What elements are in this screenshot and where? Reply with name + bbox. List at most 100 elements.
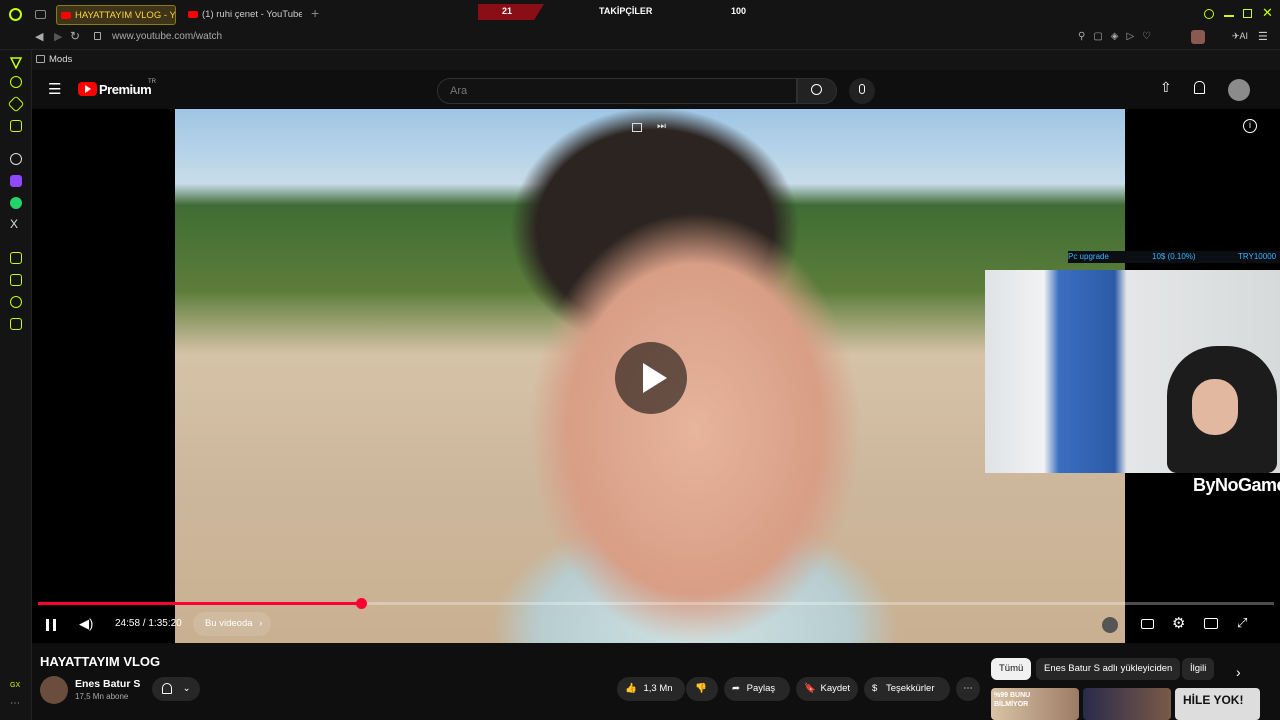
goal-pc-upgrade: Pc upgrade bbox=[1068, 252, 1109, 261]
pause-icon[interactable] bbox=[46, 619, 56, 631]
workspaces-icon[interactable] bbox=[35, 10, 46, 19]
close-icon[interactable]: ✕ bbox=[1262, 5, 1273, 21]
related-thumbnail[interactable] bbox=[1083, 688, 1171, 720]
opera-gx-icon[interactable] bbox=[9, 8, 22, 21]
upload-icon[interactable]: ⇧ bbox=[1160, 79, 1172, 96]
forward-icon[interactable]: ▶ bbox=[54, 30, 62, 43]
chip-all[interactable]: Tümü bbox=[991, 658, 1032, 680]
miniplayer-icon[interactable] bbox=[632, 123, 642, 132]
volume-icon[interactable]: ◀) bbox=[79, 616, 93, 632]
progress-bar[interactable] bbox=[38, 598, 1274, 609]
subscriber-count: 17,5 Mn abone bbox=[75, 692, 129, 701]
gx-control-icon[interactable] bbox=[10, 76, 22, 88]
bookmark-icon: 🔖 bbox=[804, 683, 816, 694]
save-label: Kaydet bbox=[820, 683, 851, 694]
search-icon[interactable] bbox=[1204, 9, 1214, 19]
voice-search-button[interactable] bbox=[849, 78, 875, 104]
youtube-logo-play-icon bbox=[85, 85, 91, 93]
search-button[interactable] bbox=[797, 78, 837, 104]
gx-games-icon[interactable] bbox=[10, 252, 22, 264]
chatgpt-icon[interactable] bbox=[10, 153, 22, 165]
maximize-icon[interactable] bbox=[1243, 9, 1252, 18]
autoplay-toggle[interactable] bbox=[1102, 617, 1118, 633]
logo-text[interactable]: Premium bbox=[99, 82, 152, 97]
thanks-button[interactable]: $ Teşekkürler bbox=[864, 677, 950, 701]
like-button[interactable]: 👍 1,3 Mn bbox=[617, 677, 685, 701]
new-tab-button[interactable]: + bbox=[311, 6, 325, 20]
goal-target: TRY10000 bbox=[1238, 252, 1277, 261]
settings-gear-icon[interactable]: ⚙ bbox=[1172, 614, 1185, 632]
thumbs-down-icon: 👎 bbox=[695, 683, 707, 694]
fullscreen-icon[interactable]: ⤢ bbox=[1237, 615, 1247, 631]
lock-icon bbox=[94, 32, 101, 40]
thanks-icon: $ bbox=[872, 683, 878, 694]
hamburger-menu-icon[interactable]: ☰ bbox=[48, 80, 61, 98]
twitch-icon[interactable] bbox=[10, 175, 22, 187]
share-label: Paylaş bbox=[746, 683, 776, 694]
minimize-icon[interactable] bbox=[1224, 15, 1234, 17]
youtube-favicon-icon bbox=[61, 12, 71, 19]
video-title: HAYATTAYIM VLOG bbox=[40, 654, 161, 669]
channel-avatar[interactable] bbox=[40, 676, 68, 704]
chips-next-icon[interactable]: › bbox=[1236, 664, 1241, 680]
counter-left-value: 21 bbox=[502, 6, 513, 16]
chip-related[interactable]: İlgili bbox=[1182, 658, 1215, 680]
progress-played bbox=[38, 602, 362, 605]
search-input[interactable]: Ara bbox=[437, 78, 797, 104]
gx-label-icon: GX bbox=[10, 682, 21, 689]
counter-right-value: 100 bbox=[731, 6, 747, 16]
tab-bar: HAYATTAYIM VLOG - You (1) ruhi çenet - Y… bbox=[0, 0, 1280, 28]
webcam-face bbox=[1192, 379, 1238, 435]
microphone-icon bbox=[859, 84, 865, 94]
subscribed-bell-button[interactable]: ⌄ bbox=[152, 677, 200, 701]
related-thumbnail[interactable]: %99 BUNU BİLMİYOR bbox=[991, 688, 1079, 720]
share-button[interactable]: ➦ Paylaş bbox=[724, 677, 790, 701]
subtitles-icon[interactable] bbox=[1141, 619, 1154, 629]
gx-sidebar: X GX ⋯ bbox=[0, 50, 32, 720]
whatsapp-icon[interactable] bbox=[10, 197, 22, 209]
gx-mods-icon[interactable] bbox=[10, 274, 22, 286]
thanks-label: Teşekkürler bbox=[885, 683, 935, 694]
profile-avatar[interactable] bbox=[1191, 30, 1205, 44]
dislike-button[interactable]: 👎 bbox=[686, 677, 718, 701]
tab-ruhi-cenet[interactable]: (1) ruhi çenet - YouTube bbox=[184, 5, 302, 25]
chapter-chip[interactable]: Bu videoda › bbox=[193, 612, 271, 636]
youtube-header: ☰ Premium TR Ara ⇧ bbox=[32, 70, 1280, 110]
tab-hayattayim-vlog[interactable]: HAYATTAYIM VLOG - You bbox=[56, 5, 176, 25]
x-twitter-icon[interactable]: X bbox=[10, 217, 18, 231]
next-icon[interactable]: ⏭ bbox=[657, 121, 666, 132]
donation-goal-bar: Pc upgrade 10$ (0.10%) TRY10000 bbox=[1068, 251, 1280, 263]
reload-icon[interactable]: ↻ bbox=[70, 29, 80, 43]
info-icon[interactable]: i bbox=[1243, 119, 1257, 133]
like-count: 1,3 Mn bbox=[643, 683, 673, 694]
tab-label: HAYATTAYIM VLOG - You bbox=[75, 10, 176, 21]
notifications-bell-icon[interactable] bbox=[1194, 81, 1205, 94]
menu-icon[interactable]: ☰ bbox=[1258, 30, 1268, 43]
ai-icon[interactable]: ✈AI bbox=[1232, 31, 1248, 42]
related-thumbnail[interactable]: HİLE YOK! bbox=[1175, 688, 1260, 720]
play-button[interactable] bbox=[615, 342, 687, 414]
more-icon[interactable]: ⋯ bbox=[10, 698, 20, 709]
gx-settings-icon[interactable] bbox=[10, 318, 22, 330]
bell-icon bbox=[162, 682, 172, 694]
chevron-right-icon: › bbox=[259, 618, 263, 629]
back-icon[interactable]: ◀ bbox=[35, 30, 43, 43]
bookmark-mods[interactable]: Mods bbox=[49, 54, 72, 65]
gx-cleaner-icon[interactable] bbox=[7, 95, 25, 113]
chip-from-uploader[interactable]: Enes Batur S adlı yükleyiciden bbox=[1036, 658, 1181, 680]
account-avatar[interactable] bbox=[1228, 79, 1250, 101]
video-player[interactable]: ⏭ i Pc upgrade 10$ (0.10%) TRY10000 ByNo… bbox=[32, 109, 1280, 643]
channel-name[interactable]: Enes Batur S bbox=[75, 678, 140, 690]
browser-toolbar: HAYATTAYIM VLOG - You (1) ruhi çenet - Y… bbox=[0, 0, 1280, 50]
gx-corner-badge-icon[interactable] bbox=[10, 120, 22, 132]
more-actions-button[interactable]: ⋯ bbox=[956, 677, 980, 701]
url-text[interactable]: www.youtube.com/watch bbox=[112, 31, 222, 42]
save-button[interactable]: 🔖 Kaydet bbox=[796, 677, 858, 701]
theater-mode-icon[interactable] bbox=[1204, 618, 1218, 629]
thumbs-up-icon: 👍 bbox=[625, 683, 637, 694]
gx-cube-icon[interactable] bbox=[10, 296, 22, 308]
extensions-icons[interactable]: ⚲▢◈▷♡ bbox=[1078, 31, 1159, 42]
folder-icon bbox=[36, 55, 45, 63]
counter-label: TAKİPÇİLER bbox=[599, 6, 653, 16]
gx-corner-icon[interactable] bbox=[9, 56, 23, 70]
